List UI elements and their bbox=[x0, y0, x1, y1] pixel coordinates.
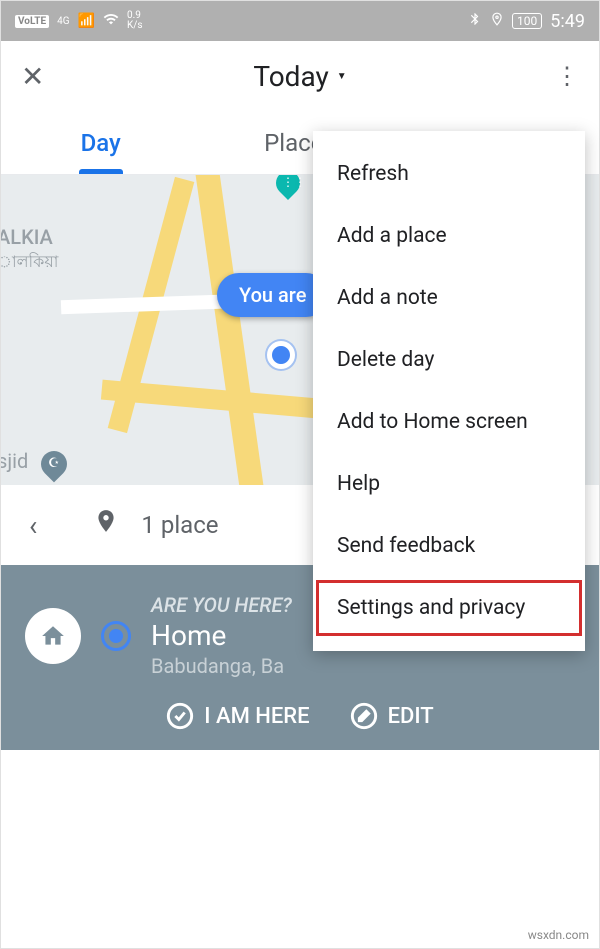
status-bar: VoLTE 4G 📶 0.9K/s 100 5:49 bbox=[1, 1, 599, 41]
prev-button[interactable]: ‹ bbox=[29, 509, 37, 542]
location-icon bbox=[490, 12, 504, 30]
app-header: ✕ Today ▼ ⋮ bbox=[1, 41, 599, 111]
home-icon[interactable] bbox=[25, 608, 81, 664]
menu-delete-day[interactable]: Delete day bbox=[313, 329, 585, 391]
current-location-bubble[interactable]: You are bbox=[217, 273, 328, 317]
card-title: Home bbox=[151, 619, 292, 652]
menu-add-note[interactable]: Add a note bbox=[313, 267, 585, 329]
edit-label: EDIT bbox=[388, 704, 434, 729]
page-title: Today bbox=[253, 60, 328, 93]
place-pin-icon bbox=[93, 506, 119, 544]
confirm-here-button[interactable]: I AM HERE bbox=[166, 702, 309, 730]
edit-button[interactable]: EDIT bbox=[350, 702, 434, 730]
watermark: wsxdn.com bbox=[528, 928, 589, 942]
map-area-label: ALKIA ালকিয়া bbox=[1, 225, 58, 276]
menu-add-home-screen[interactable]: Add to Home screen bbox=[313, 391, 585, 453]
map-pin-poi[interactable]: ⋮⋮ bbox=[276, 175, 300, 209]
card-address: Babudanga, Ba bbox=[151, 654, 292, 678]
speed-indicator: 0.9K/s bbox=[127, 11, 143, 31]
menu-refresh[interactable]: Refresh bbox=[313, 143, 585, 205]
wifi-icon bbox=[103, 11, 119, 31]
tab-day[interactable]: Day bbox=[1, 113, 200, 173]
overflow-menu-button[interactable]: ⋮ bbox=[539, 62, 579, 90]
menu-add-place[interactable]: Add a place bbox=[313, 205, 585, 267]
battery-indicator: 100 bbox=[512, 13, 542, 29]
overflow-menu: Refresh Add a place Add a note Delete da… bbox=[313, 131, 585, 651]
card-question: ARE YOU HERE? bbox=[151, 593, 292, 617]
network-icon: 4G bbox=[57, 16, 69, 27]
menu-send-feedback[interactable]: Send feedback bbox=[313, 515, 585, 577]
bluetooth-icon bbox=[468, 12, 482, 30]
map-area-label-2: sjid bbox=[1, 449, 28, 473]
close-button[interactable]: ✕ bbox=[21, 60, 61, 93]
map-pin-place[interactable]: ☪ bbox=[41, 451, 67, 477]
volte-badge: VoLTE bbox=[15, 15, 49, 28]
confirm-here-label: I AM HERE bbox=[204, 704, 309, 729]
menu-settings-privacy[interactable]: Settings and privacy bbox=[313, 577, 585, 639]
signal-icon: 📶 bbox=[78, 13, 95, 29]
current-location-dot[interactable] bbox=[267, 341, 295, 369]
place-count: 1 place bbox=[141, 511, 218, 539]
clock: 5:49 bbox=[550, 11, 585, 32]
date-selector[interactable]: Today ▼ bbox=[61, 60, 539, 93]
menu-help[interactable]: Help bbox=[313, 453, 585, 515]
dropdown-arrow-icon: ▼ bbox=[337, 71, 347, 82]
location-radio[interactable] bbox=[101, 621, 131, 651]
